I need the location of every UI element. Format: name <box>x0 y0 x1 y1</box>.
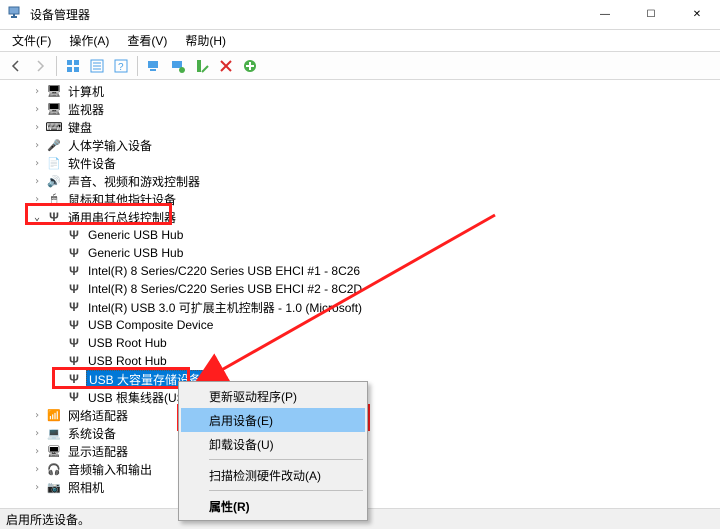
update-driver-button[interactable] <box>166 54 190 78</box>
context-menu: 更新驱动程序(P) 启用设备(E) 卸载设备(U) 扫描检测硬件改动(A) 属性… <box>178 381 368 521</box>
system-icon <box>46 425 62 441</box>
add-legacy-button[interactable] <box>238 54 262 78</box>
status-text: 启用所选设备。 <box>6 511 90 528</box>
category-monitor[interactable]: ›监视器 <box>0 100 720 118</box>
hid-icon <box>46 137 62 153</box>
back-button[interactable] <box>4 54 28 78</box>
view-options-button[interactable] <box>61 54 85 78</box>
usb-icon <box>66 317 82 333</box>
camera-icon <box>46 479 62 495</box>
expand-icon[interactable]: › <box>30 426 44 440</box>
window-title: 设备管理器 <box>30 6 90 23</box>
category-keyboard[interactable]: ›键盘 <box>0 118 720 136</box>
category-software[interactable]: ›软件设备 <box>0 154 720 172</box>
device-generic-usb-hub-2[interactable]: Generic USB Hub <box>0 244 720 262</box>
usb-icon <box>66 263 82 279</box>
expand-icon[interactable]: › <box>30 192 44 206</box>
device-intel-usb3[interactable]: Intel(R) USB 3.0 可扩展主机控制器 - 1.0 (Microso… <box>0 298 720 316</box>
usb-icon <box>66 389 82 405</box>
expand-icon[interactable]: › <box>30 102 44 116</box>
keyboard-icon <box>46 119 62 135</box>
menu-action[interactable]: 操作(A) <box>61 30 117 51</box>
menu-file[interactable]: 文件(F) <box>4 30 59 51</box>
category-mouse[interactable]: ›鼠标和其他指针设备 <box>0 190 720 208</box>
menu-uninstall-device[interactable]: 卸载设备(U) <box>181 432 365 456</box>
menu-update-driver[interactable]: 更新驱动程序(P) <box>181 384 365 408</box>
expand-icon[interactable]: › <box>30 138 44 152</box>
menu-separator <box>209 459 363 460</box>
app-icon <box>8 5 24 24</box>
usb-icon <box>66 281 82 297</box>
usb-icon <box>66 335 82 351</box>
expand-icon[interactable]: › <box>30 156 44 170</box>
toolbar: ? <box>0 52 720 80</box>
audio-icon <box>46 461 62 477</box>
usb-icon <box>66 371 82 387</box>
category-sound[interactable]: ›声音、视频和游戏控制器 <box>0 172 720 190</box>
expand-icon[interactable]: › <box>30 174 44 188</box>
usb-icon <box>66 353 82 369</box>
category-usb-controllers[interactable]: ⌄通用串行总线控制器 <box>0 208 720 226</box>
properties-button[interactable] <box>85 54 109 78</box>
window-controls: — ☐ ✕ <box>582 0 720 30</box>
device-intel-ehci-1[interactable]: Intel(R) 8 Series/C220 Series USB EHCI #… <box>0 262 720 280</box>
titlebar-left: 设备管理器 <box>8 5 90 24</box>
menu-separator <box>209 490 363 491</box>
help-button[interactable]: ? <box>109 54 133 78</box>
expand-icon[interactable]: › <box>30 408 44 422</box>
device-usb-root-hub-1[interactable]: USB Root Hub <box>0 334 720 352</box>
category-computer[interactable]: ›计算机 <box>0 82 720 100</box>
display-icon <box>46 443 62 459</box>
computer-icon <box>46 83 62 99</box>
collapse-icon[interactable]: ⌄ <box>30 210 44 224</box>
menu-help[interactable]: 帮助(H) <box>177 30 234 51</box>
menubar: 文件(F) 操作(A) 查看(V) 帮助(H) <box>0 30 720 52</box>
software-icon <box>46 155 62 171</box>
menu-scan-hardware[interactable]: 扫描检测硬件改动(A) <box>181 463 365 487</box>
scan-button[interactable] <box>142 54 166 78</box>
menu-enable-device[interactable]: 启用设备(E) <box>181 408 365 432</box>
category-hid[interactable]: ›人体学输入设备 <box>0 136 720 154</box>
usb-icon <box>66 227 82 243</box>
minimize-button[interactable]: — <box>582 0 628 30</box>
device-intel-ehci-2[interactable]: Intel(R) 8 Series/C220 Series USB EHCI #… <box>0 280 720 298</box>
forward-button[interactable] <box>28 54 52 78</box>
titlebar: 设备管理器 — ☐ ✕ <box>0 0 720 30</box>
menu-properties[interactable]: 属性(R) <box>181 494 365 518</box>
enable-button[interactable] <box>190 54 214 78</box>
expand-icon[interactable]: › <box>30 480 44 494</box>
maximize-button[interactable]: ☐ <box>628 0 674 30</box>
uninstall-button[interactable] <box>214 54 238 78</box>
mouse-icon <box>46 191 62 207</box>
svg-text:?: ? <box>118 62 124 73</box>
expand-icon[interactable]: › <box>30 462 44 476</box>
network-icon <box>46 407 62 423</box>
menu-properties-label: 属性(R) <box>209 498 250 515</box>
sound-icon <box>46 173 62 189</box>
monitor-icon <box>46 101 62 117</box>
usb-icon <box>46 209 62 225</box>
expand-icon[interactable]: › <box>30 84 44 98</box>
menu-view[interactable]: 查看(V) <box>119 30 175 51</box>
usb-icon <box>66 245 82 261</box>
close-button[interactable]: ✕ <box>674 0 720 30</box>
device-usb-composite[interactable]: USB Composite Device <box>0 316 720 334</box>
expand-icon[interactable]: › <box>30 444 44 458</box>
device-generic-usb-hub-1[interactable]: Generic USB Hub <box>0 226 720 244</box>
expand-icon[interactable]: › <box>30 120 44 134</box>
device-usb-root-hub-2[interactable]: USB Root Hub <box>0 352 720 370</box>
usb-icon <box>66 299 82 315</box>
